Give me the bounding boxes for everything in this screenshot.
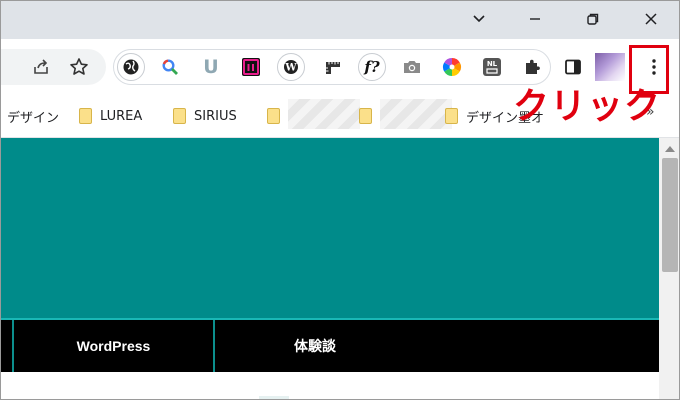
nav-label: 体験談 bbox=[294, 338, 336, 354]
extension-camera[interactable] bbox=[398, 53, 426, 81]
site-header-banner bbox=[1, 138, 659, 320]
puzzle-icon bbox=[526, 59, 540, 74]
minimize-icon bbox=[530, 18, 540, 20]
restore-icon bbox=[587, 13, 599, 25]
folder-icon bbox=[359, 108, 372, 124]
extension-u[interactable]: U bbox=[197, 53, 225, 81]
page-viewport: WordPress 体験談 bbox=[1, 138, 659, 399]
extension-color-picker[interactable] bbox=[438, 53, 466, 81]
folder-icon bbox=[445, 108, 458, 124]
extension-wordpress[interactable]: W bbox=[277, 53, 305, 81]
content-peek bbox=[259, 396, 289, 399]
search-color-icon bbox=[162, 59, 178, 75]
bookmark-folder[interactable]: SIRIUS bbox=[173, 106, 237, 126]
tabs-icon bbox=[242, 58, 260, 76]
restore-button[interactable] bbox=[571, 3, 615, 35]
page-body bbox=[1, 372, 659, 399]
bookmark-star-icon bbox=[70, 58, 88, 75]
click-annotation: クリック bbox=[513, 86, 662, 127]
u-icon: U bbox=[203, 56, 219, 78]
side-panel-icon bbox=[565, 59, 581, 75]
color-wheel-icon bbox=[442, 58, 462, 76]
bookmark-folder[interactable] bbox=[267, 99, 360, 129]
wordpress-icon: W bbox=[284, 60, 298, 74]
extensions-button[interactable] bbox=[518, 53, 546, 81]
extension-globe[interactable] bbox=[117, 53, 145, 81]
tab-search-button[interactable] bbox=[457, 3, 501, 35]
scroll-up-arrow-icon[interactable] bbox=[665, 146, 675, 152]
bookmark-label: デザイン bbox=[7, 110, 60, 126]
bookmark-folder[interactable] bbox=[359, 99, 452, 129]
close-button[interactable] bbox=[629, 3, 673, 35]
bookmark-label: SIRIUS bbox=[194, 108, 237, 124]
svg-text:W: W bbox=[284, 63, 297, 74]
svg-text:NL: NL bbox=[487, 60, 498, 68]
bookmark-label: LUREA bbox=[100, 108, 143, 124]
chevron-down-icon bbox=[473, 15, 485, 23]
vertical-scrollbar[interactable] bbox=[659, 138, 679, 399]
nav-item-wordpress[interactable]: WordPress bbox=[14, 320, 213, 372]
nl-icon: NL bbox=[483, 58, 501, 76]
share-icon bbox=[34, 59, 48, 74]
title-bar bbox=[1, 1, 679, 39]
browser-window: U W f? NL デザイン LUREA SIRIUS デザイン墨オ » クリッ… bbox=[0, 0, 680, 400]
blurred-bookmark-label bbox=[380, 99, 452, 129]
scroll-thumb[interactable] bbox=[662, 158, 678, 272]
folder-icon bbox=[267, 108, 280, 124]
camera-icon bbox=[404, 61, 420, 73]
font-icon: f? bbox=[364, 58, 380, 76]
extension-tabs[interactable] bbox=[237, 53, 265, 81]
extension-search[interactable] bbox=[156, 53, 184, 81]
folder-icon bbox=[173, 108, 186, 124]
nav-label: WordPress bbox=[76, 338, 151, 354]
profile-avatar[interactable] bbox=[595, 53, 625, 81]
share-button[interactable] bbox=[27, 53, 55, 81]
site-nav: WordPress 体験談 bbox=[1, 320, 659, 372]
side-panel-button[interactable] bbox=[559, 53, 587, 81]
extension-font[interactable]: f? bbox=[358, 53, 386, 81]
bookmark-star-button[interactable] bbox=[65, 53, 93, 81]
folder-icon bbox=[79, 108, 92, 124]
nav-item-experience[interactable]: 体験談 bbox=[215, 320, 415, 372]
bookmark-item[interactable]: デザイン bbox=[7, 106, 59, 126]
ruler-icon bbox=[326, 62, 340, 74]
globe-icon bbox=[123, 59, 139, 75]
close-icon bbox=[645, 13, 657, 25]
minimize-button[interactable] bbox=[513, 3, 557, 35]
extension-nl[interactable]: NL bbox=[478, 53, 506, 81]
blurred-bookmark-label bbox=[288, 99, 360, 129]
bookmark-folder[interactable]: LUREA bbox=[79, 106, 142, 126]
extension-ruler[interactable] bbox=[319, 53, 347, 81]
